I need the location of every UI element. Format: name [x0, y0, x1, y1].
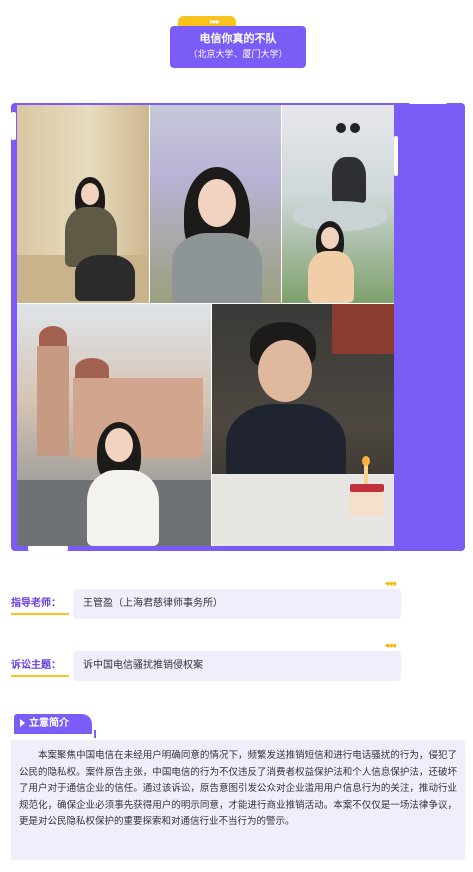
heading-accent: [94, 730, 96, 738]
advisor-value: 王管盈（上海君慈律师事务所）: [83, 598, 223, 609]
topic-row: 诉讼主题： 诉中国电信骚扰推销侵权案 ◂◂◂: [11, 641, 401, 681]
team-name: 电信你真的不队: [199, 32, 277, 45]
team-schools: （北京大学、厦门大学）: [188, 50, 288, 60]
frame-notch: [408, 96, 448, 104]
intro-body: 本案聚焦中国电信在未经用户明确同意的情况下，频繁发送推销短信和进行电话骚扰的行为…: [19, 750, 457, 828]
team-title-badge: ▸▸▸ 电信你真的不队 （北京大学、厦门大学）: [170, 16, 306, 68]
team-photo-collage: [17, 105, 394, 546]
topic-label: 诉讼主题：: [11, 660, 61, 671]
topic-value: 诉中国电信骚扰推销侵权案: [83, 660, 203, 671]
team-member-photo: [212, 304, 394, 546]
double-chevron-icon: ◂◂◂: [384, 641, 396, 651]
title-box: 电信你真的不队 （北京大学、厦门大学）: [170, 26, 306, 68]
advisor-row: 指导老师： 王管盈（上海君慈律师事务所） ◂◂◂: [11, 579, 401, 619]
team-member-photo: [17, 105, 149, 303]
intro-heading: 立意简介: [29, 718, 69, 729]
label-underline: [11, 613, 69, 615]
play-triangle-icon: [20, 719, 25, 727]
label-underline: [11, 675, 69, 677]
double-chevron-icon: ◂◂◂: [384, 579, 396, 589]
team-member-photo: [17, 304, 211, 546]
advisor-label: 指导老师：: [11, 598, 61, 609]
intro-heading-tag: 立意简介: [14, 714, 92, 734]
team-member-photo: [150, 105, 281, 303]
frame-accent: [11, 112, 16, 140]
team-member-photo: [282, 105, 394, 303]
frame-accent: [394, 136, 398, 176]
